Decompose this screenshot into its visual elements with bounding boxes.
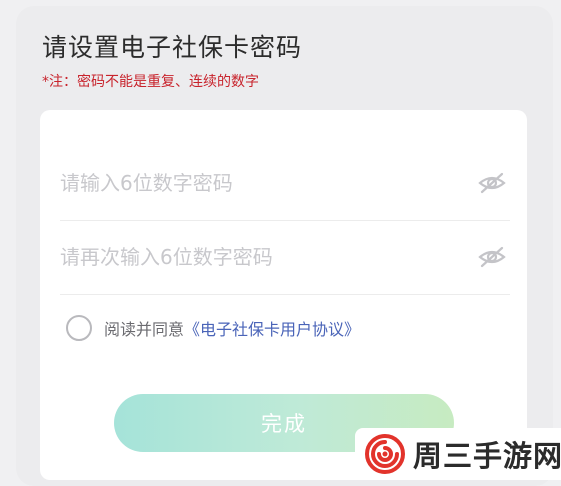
password-input[interactable]	[60, 146, 460, 220]
agreement-prefix: 阅读并同意	[104, 320, 185, 339]
agreement-checkbox[interactable]	[66, 315, 92, 341]
agreement-link[interactable]: 《电子社保卡用户协议》	[184, 316, 360, 340]
eye-off-icon[interactable]	[478, 170, 506, 196]
password-field	[60, 146, 510, 221]
eye-off-icon[interactable]	[478, 244, 506, 270]
spiral-logo-icon	[365, 434, 405, 474]
password-rule-note: *注：密码不能是重复、连续的数字	[42, 74, 259, 90]
watermark: 周三手游网	[355, 428, 561, 480]
page-title: 请设置电子社保卡密码	[42, 33, 303, 62]
confirm-password-field	[60, 220, 510, 295]
watermark-text: 周三手游网	[413, 439, 561, 473]
agreement-row: 阅读并同意 《电子社保卡用户协议》	[66, 313, 360, 343]
confirm-password-input[interactable]	[60, 220, 460, 294]
